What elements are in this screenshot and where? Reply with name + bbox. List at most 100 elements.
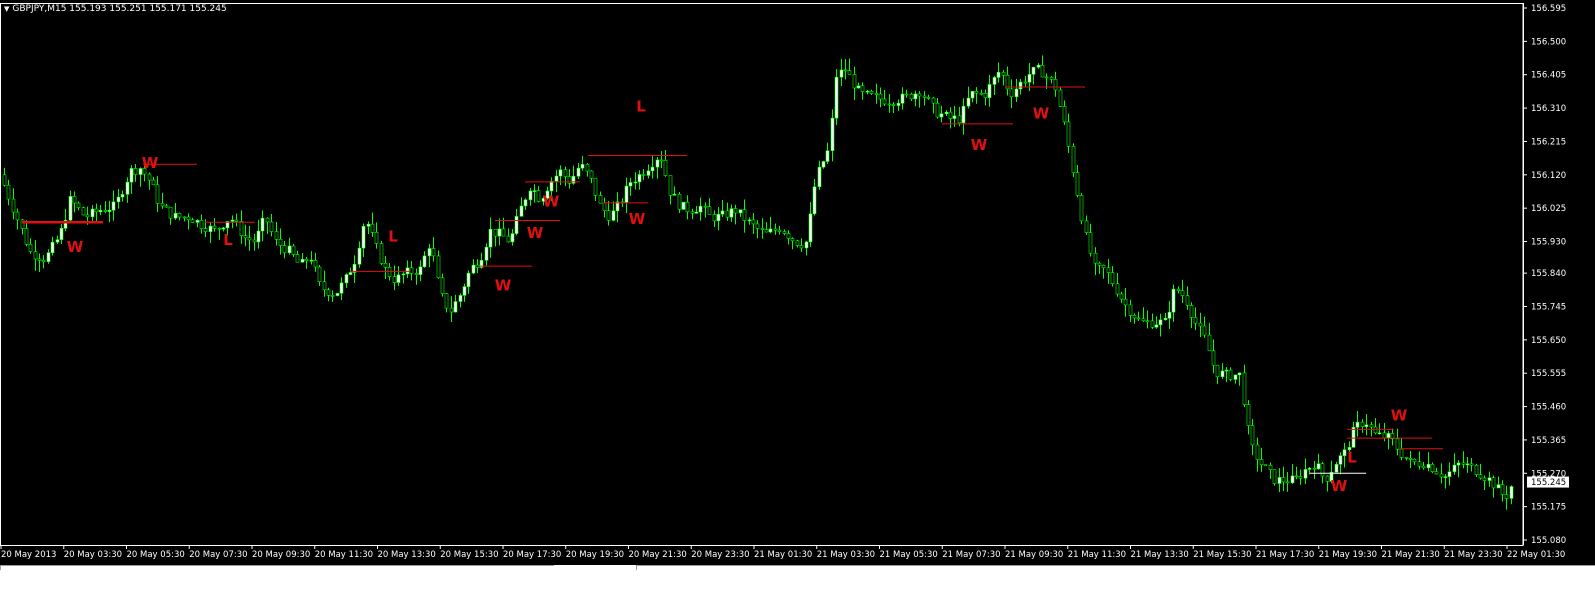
bear-candle[interactable] [160, 203, 165, 207]
bear-candle[interactable] [370, 223, 375, 233]
bear-candle[interactable] [1123, 298, 1128, 306]
bull-candle[interactable] [528, 190, 533, 201]
bull-candle[interactable] [1277, 477, 1282, 484]
bear-candle[interactable] [773, 228, 778, 231]
bear-candle[interactable] [602, 202, 607, 212]
bear-candle[interactable] [1421, 465, 1426, 469]
bull-candle[interactable] [405, 267, 410, 275]
bear-candle[interactable] [304, 259, 309, 262]
bear-candle[interactable] [274, 231, 279, 240]
bear-candle[interactable] [1106, 267, 1111, 273]
bear-candle[interactable] [983, 93, 988, 98]
bull-candle[interactable] [698, 205, 703, 213]
bear-candle[interactable] [33, 251, 38, 260]
bull-candle[interactable] [90, 208, 95, 218]
bear-candle[interactable] [501, 228, 506, 237]
bull-candle[interactable] [1307, 467, 1312, 470]
bear-candle[interactable] [133, 168, 138, 175]
bull-candle[interactable] [256, 230, 261, 243]
bear-candle[interactable] [1009, 88, 1014, 98]
bear-candle[interactable] [1084, 220, 1089, 233]
bear-candle[interactable] [243, 235, 248, 239]
bear-candle[interactable] [374, 232, 379, 244]
bull-candle[interactable] [1342, 449, 1347, 457]
bull-candle[interactable] [580, 164, 585, 169]
bear-candle[interactable] [847, 70, 852, 75]
bull-candle[interactable] [497, 228, 502, 237]
bull-candle[interactable] [1027, 74, 1032, 83]
bear-candle[interactable] [190, 219, 195, 223]
bear-candle[interactable] [606, 210, 611, 221]
bear-candle[interactable] [164, 205, 169, 208]
bear-candle[interactable] [1382, 432, 1387, 439]
bear-candle[interactable] [1128, 304, 1133, 316]
bear-candle[interactable] [295, 254, 300, 263]
bear-candle[interactable] [777, 229, 782, 232]
bear-candle[interactable] [712, 214, 717, 222]
bear-candle[interactable] [234, 219, 239, 222]
bull-candle[interactable] [453, 301, 458, 313]
bear-candle[interactable] [1312, 467, 1317, 470]
bull-candle[interactable] [1465, 463, 1470, 466]
bear-candle[interactable] [1132, 315, 1137, 319]
bear-candle[interactable] [843, 69, 848, 72]
bull-candle[interactable] [821, 161, 826, 168]
bull-candle[interactable] [466, 272, 471, 287]
bear-candle[interactable] [685, 201, 690, 213]
bear-candle[interactable] [931, 97, 936, 104]
bear-candle[interactable] [383, 263, 388, 268]
bear-candle[interactable] [317, 266, 322, 282]
bear-candle[interactable] [1136, 317, 1141, 320]
bear-candle[interactable] [6, 184, 11, 200]
bear-candle[interactable] [1189, 305, 1194, 318]
bear-candle[interactable] [593, 177, 598, 196]
bull-candle[interactable] [624, 185, 629, 203]
bull-candle[interactable] [1014, 88, 1019, 98]
bear-candle[interactable] [891, 104, 896, 106]
bear-candle[interactable] [1320, 463, 1325, 477]
bear-candle[interactable] [81, 207, 86, 216]
bull-candle[interactable] [1224, 369, 1229, 372]
bull-candle[interactable] [952, 115, 957, 119]
bear-candle[interactable] [1408, 457, 1413, 460]
bull-candle[interactable] [1426, 463, 1431, 469]
bull-candle[interactable] [125, 181, 130, 195]
bull-candle[interactable] [335, 293, 340, 296]
bear-candle[interactable] [168, 206, 173, 219]
bull-candle[interactable] [804, 241, 809, 249]
bull-candle[interactable] [834, 76, 839, 119]
bear-candle[interactable] [874, 93, 879, 95]
bear-candle[interactable] [1202, 325, 1207, 336]
bull-candle[interactable] [655, 159, 660, 168]
bear-candle[interactable] [506, 235, 511, 243]
bear-candle[interactable] [1071, 145, 1076, 173]
bear-candle[interactable] [790, 238, 795, 242]
bull-candle[interactable] [357, 247, 362, 265]
bear-candle[interactable] [869, 90, 874, 94]
bull-candle[interactable] [519, 205, 524, 217]
bear-candle[interactable] [1504, 494, 1509, 499]
bull-candle[interactable] [366, 223, 371, 227]
bear-candle[interactable] [41, 259, 46, 262]
bear-candle[interactable] [203, 228, 208, 233]
bull-candle[interactable] [558, 169, 563, 177]
bear-candle[interactable] [1198, 322, 1203, 327]
bear-candle[interactable] [1325, 475, 1330, 482]
bear-candle[interactable] [252, 239, 257, 243]
bear-candle[interactable] [733, 208, 738, 214]
bull-candle[interactable] [488, 228, 493, 248]
bull-candle[interactable] [1386, 433, 1391, 439]
bear-candle[interactable] [1263, 464, 1268, 467]
bull-candle[interactable] [672, 193, 677, 196]
bull-candle[interactable] [361, 226, 366, 249]
bull-candle[interactable] [309, 259, 314, 262]
bear-candle[interactable] [1478, 474, 1483, 479]
bull-candle[interactable] [1496, 484, 1501, 489]
bear-candle[interactable] [957, 115, 962, 124]
bear-candle[interactable] [322, 281, 327, 291]
bear-candle[interactable] [1185, 295, 1190, 306]
bull-candle[interactable] [900, 93, 905, 104]
bear-candle[interactable] [1075, 172, 1080, 196]
bear-candle[interactable] [1294, 475, 1299, 478]
bull-candle[interactable] [768, 228, 773, 233]
